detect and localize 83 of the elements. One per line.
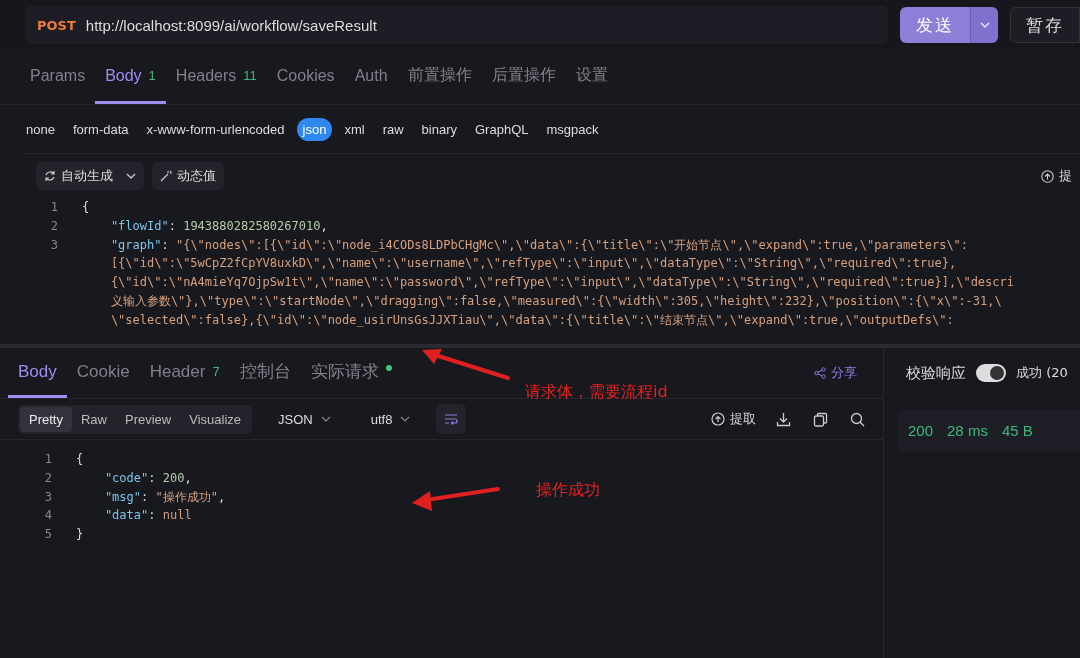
body-type-option[interactable]: GraphQL <box>469 117 535 141</box>
chevron-down-icon <box>400 416 411 422</box>
validate-label: 校验响应 <box>906 363 966 383</box>
method-label: POST <box>37 17 76 33</box>
code-line: { <box>76 451 84 468</box>
line-number: 2 <box>43 469 53 487</box>
code-line: [{\"id\":\"5wCpZ2fCpYV8uxkD\",\"name\":\"username\",\"refType\":\"input\",\"dataType\":\"String\",\"required\":true}, <box>109 255 957 273</box>
extract-button[interactable]: 提取 <box>703 405 764 433</box>
dynamic-value-button[interactable]: 动态值 <box>152 162 224 190</box>
body-type-option[interactable]: raw <box>376 117 410 141</box>
code-line: {\"id\":\"nA4mieYq7OjpSw1t\",\"name\":\"password\",\"refType\":\"input\",\"dataType\":\"String\",\"required\":true}],\"descri <box>109 274 1014 292</box>
tab[interactable]: Body 1 <box>95 50 166 104</box>
body-type-option[interactable]: x-www-form-urlencoded <box>140 117 291 141</box>
response-size: 45 B <box>1001 422 1033 439</box>
tab[interactable]: 控制台 <box>229 348 301 398</box>
tab[interactable]: Auth <box>344 50 398 104</box>
count-label: 7 <box>212 364 220 379</box>
tab[interactable]: 后置操作 <box>481 50 566 104</box>
toggle-switch[interactable] <box>976 364 1006 382</box>
code-line: \"selected\":false},{\"id\":\"node_usirUnsGsJJXTiau\",\"data\":{\"title\":\"结束节点\",\"expand\":true,\"outputDefs\": <box>109 311 954 329</box>
url-field[interactable]: POST http://localhost:8099/ai/workflow/saveResult <box>25 6 888 44</box>
tab[interactable]: Header 7 <box>139 348 230 398</box>
code-line: "data": null <box>103 507 192 525</box>
code-line: "flowId": 1943880282580267010, <box>109 217 328 235</box>
copy-icon <box>813 411 828 427</box>
chevron-down-icon <box>126 173 136 179</box>
url-text: http://localhost:8099/ai/workflow/saveResult <box>85 16 377 34</box>
line-number: 4 <box>43 507 53 525</box>
line-number: 1 <box>49 199 59 216</box>
status-code: 200 <box>908 422 934 439</box>
select-dropdown[interactable]: utf8 <box>356 411 425 427</box>
tab[interactable]: Headers 11 <box>165 50 267 104</box>
line-number: 1 <box>43 451 53 468</box>
search-icon <box>850 411 865 427</box>
magic-wand-icon <box>160 170 172 182</box>
share-icon <box>814 367 826 379</box>
tab[interactable]: 实际请求 <box>300 348 402 398</box>
save-button[interactable]: 暂存 <box>1010 7 1080 43</box>
count-label: 11 <box>243 68 257 83</box>
code-line: "graph": "{\"nodes\":[{\"id\":\"node_i4CODs8LDPbCHgMc\",\"data\":{\"title\":\"开始节点\",\"expand\":true,\"parameters\": <box>109 236 969 254</box>
chevron-down-icon <box>979 22 990 28</box>
body-type-option[interactable]: binary <box>415 117 463 141</box>
body-type-option[interactable]: json <box>296 117 333 141</box>
select-dropdown[interactable]: JSON <box>264 411 345 427</box>
tab[interactable]: Body <box>8 348 67 398</box>
code-line: "code": 200, <box>103 469 192 487</box>
annotation-text: 操作成功 <box>536 480 600 501</box>
body-type-option[interactable]: form-data <box>66 117 135 141</box>
chevron-down-icon <box>320 416 331 422</box>
extract-button[interactable]: 提 <box>1033 162 1080 190</box>
code-line: } <box>76 526 84 544</box>
tab[interactable]: 设置 <box>565 50 618 104</box>
view-mode-tab[interactable]: Preview <box>116 406 181 432</box>
code-line: "msg": "操作成功", <box>103 488 226 506</box>
body-type-option[interactable]: none <box>20 117 61 141</box>
dropdown-button[interactable] <box>970 7 998 43</box>
result-text: 成功 (20 <box>1016 364 1068 382</box>
code-line: { <box>82 199 90 216</box>
body-type-option[interactable]: xml <box>338 117 371 141</box>
annotation-text: 请求体，需要流程id <box>525 382 668 403</box>
code-line: 义输入参数\"},\"type\":\"startNode\",\"dragging\":false,\"measured\":{\"width\":305,\"height\":232},\"position\":{\"x\":-31,\ <box>109 293 1002 310</box>
tab[interactable]: Cookies <box>266 50 345 104</box>
upload-circle-icon <box>1041 169 1054 183</box>
tab[interactable]: Params <box>20 50 96 104</box>
line-number: 2 <box>49 217 59 235</box>
line-number: 5 <box>43 526 53 544</box>
line-number: 3 <box>43 488 53 506</box>
download-icon <box>776 411 791 427</box>
tab[interactable]: 前置操作 <box>397 50 482 104</box>
auto-generate-button[interactable]: 自动生成 <box>36 162 144 190</box>
refresh-icon <box>44 170 56 182</box>
share-button[interactable]: 分享 <box>808 348 863 398</box>
wrap-button[interactable] <box>436 404 467 434</box>
tab[interactable]: Cookie <box>66 348 140 398</box>
wrap-lines-icon <box>444 413 459 425</box>
response-time: 28 ms <box>947 422 988 439</box>
line-number: 3 <box>49 236 59 254</box>
upload-circle-icon <box>711 412 725 426</box>
count-label: 1 <box>148 68 156 83</box>
view-mode-tab[interactable]: Raw <box>71 406 116 432</box>
view-mode-tab[interactable]: Pretty <box>20 406 72 432</box>
view-mode-tab[interactable]: Visualize <box>180 406 251 432</box>
body-type-option[interactable]: msgpack <box>540 117 605 141</box>
